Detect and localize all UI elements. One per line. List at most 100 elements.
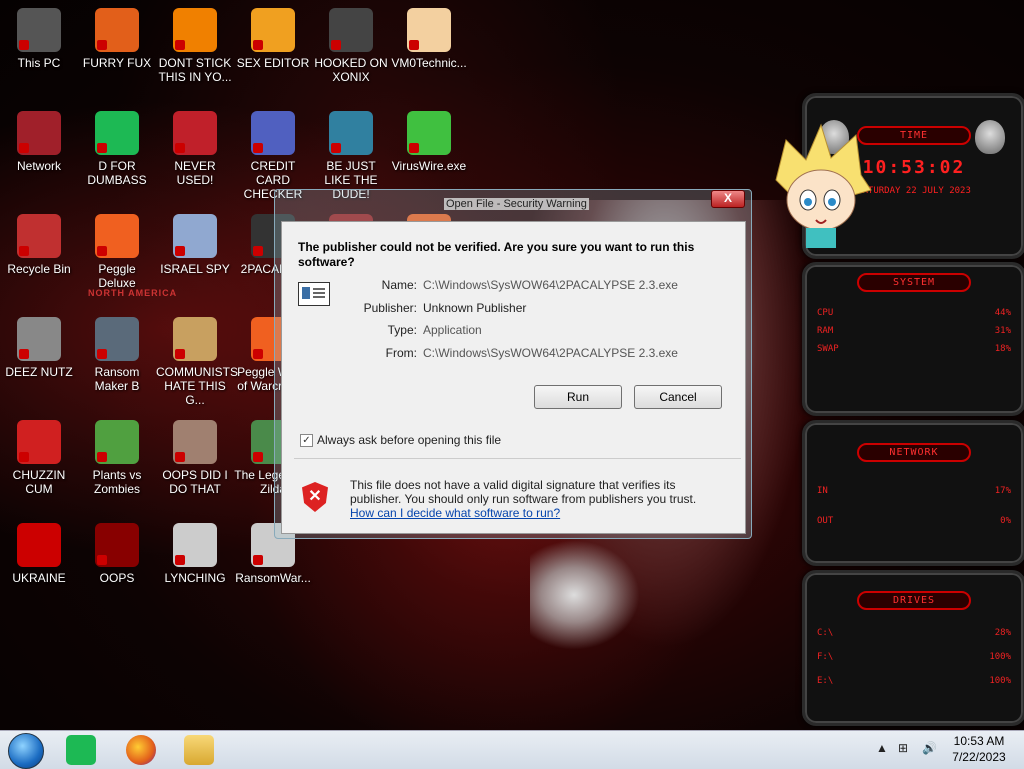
desktop-icon-label: D FOR DUMBASS (87, 159, 147, 187)
desktop-icon-label: Recycle Bin (7, 262, 71, 276)
from-key: From: (385, 346, 417, 360)
file-icon (298, 282, 330, 306)
warning-text: This file does not have a valid digital … (350, 478, 697, 506)
xonix-icon (329, 8, 373, 52)
desktop-icon[interactable]: ISRAEL SPY (156, 208, 234, 304)
drive-e-label: E:\ (817, 676, 834, 686)
help-link[interactable]: How can I decide what software to run? (350, 506, 560, 520)
drives-gadget-title: DRIVES (857, 591, 971, 610)
desktop-icon[interactable]: VM0Technic... (390, 2, 468, 98)
desktop-icon[interactable]: CREDIT CARD CHECKER (234, 105, 312, 201)
network-icon (17, 111, 61, 155)
run-button[interactable]: Run (534, 385, 622, 409)
desktop-icon[interactable]: COMMUNISTS HATE THIS G... (156, 311, 238, 407)
desktop-icon[interactable]: FURRY FUX (78, 2, 156, 98)
admin-shield-icon (409, 143, 419, 153)
admin-shield-icon (331, 40, 341, 50)
desktop-icon[interactable]: Network (0, 105, 78, 201)
desktop-icon-label: DONT STICK THIS IN YO... (158, 56, 232, 84)
admin-shield-icon (253, 246, 263, 256)
desktop-icon[interactable]: SEX EDITOR (234, 2, 312, 98)
admin-shield-icon (253, 349, 263, 359)
admin-shield-icon (19, 349, 29, 359)
desktop-icon-label: VirusWire.exe (391, 159, 467, 173)
desktop-icon[interactable]: UKRAINE (0, 517, 78, 613)
from-value: C:\Windows\SysWOW64\2PACALYPSE 2.3.exe (423, 346, 678, 360)
close-button[interactable]: X (711, 190, 745, 208)
desktop-icon-label: CHUZZIN CUM (12, 468, 66, 496)
computer-icon (17, 8, 61, 52)
lime-icon (407, 111, 451, 155)
desktop-icon[interactable]: Recycle Bin (0, 208, 78, 304)
desktop-icon[interactable]: Peggle Deluxe (78, 208, 156, 304)
admin-shield-icon (19, 452, 29, 462)
desktop-icon[interactable]: OOPS (78, 517, 156, 613)
desktop-icon-label: Network (16, 159, 61, 173)
taskbar-app-icon[interactable] (66, 735, 96, 765)
rope-icon (173, 523, 217, 567)
desktop-icon-label: COMMUNISTS HATE THIS G... (156, 365, 238, 407)
admin-shield-icon (175, 349, 185, 359)
desktop-icon-label: Plants vs Zombies (92, 468, 142, 496)
start-button[interactable] (8, 733, 44, 769)
desktop-icon[interactable]: D FOR DUMBASS (78, 105, 156, 201)
admin-shield-icon (175, 246, 185, 256)
taskbar-clock[interactable]: 10:53 AM 7/22/2023 (944, 733, 1014, 765)
desktop-icon[interactable]: HOOKED ON XONIX (312, 2, 390, 98)
desktop-icon[interactable]: VirusWire.exe (390, 105, 468, 201)
dfor-icon (95, 111, 139, 155)
admin-shield-icon (175, 452, 185, 462)
clock-time: 10:53 AM (953, 734, 1005, 748)
always-ask-checkbox[interactable]: ✓ (300, 433, 313, 447)
warning-shield-icon: ✕ (302, 482, 328, 512)
stack-icon (17, 317, 61, 361)
desktop-icon-label: RansomWar... (235, 571, 311, 585)
desktop-icon-label: This PC (17, 56, 61, 70)
desktop-icon[interactable]: DEEZ NUTZ (0, 311, 78, 407)
desktop-icon-label: VM0Technic... (391, 56, 467, 70)
desktop-icon[interactable]: CHUZZIN CUM (0, 414, 78, 510)
drive-f-label: F:\ (817, 652, 834, 662)
always-ask-checkbox-row[interactable]: ✓ Always ask before opening this file (300, 433, 501, 447)
volume-tray-icon[interactable]: 🔊 (922, 741, 937, 755)
dialog-divider (294, 458, 741, 459)
cancel-button[interactable]: Cancel (634, 385, 722, 409)
admin-shield-icon (175, 555, 185, 565)
spy-icon (173, 214, 217, 258)
always-ask-label[interactable]: Always ask before opening this file (317, 433, 501, 447)
desktop-icon[interactable]: LYNCHING (156, 517, 234, 613)
alien-head-icon (975, 120, 1005, 154)
type-value: Application (423, 323, 482, 337)
desktop-icon-label: NEVER USED! (174, 159, 216, 187)
file-explorer-icon[interactable] (184, 735, 214, 765)
desktop-icon-label: FURRY FUX (82, 56, 152, 70)
drive-c-label: C:\ (817, 628, 834, 638)
desktop-icon[interactable]: OOPS DID I DO THAT (156, 414, 234, 510)
network-gadget-title: NETWORK (857, 443, 971, 462)
desktop-icon-label: LYNCHING (164, 571, 226, 585)
oops-icon (95, 523, 139, 567)
plant-icon (95, 420, 139, 464)
security-warning-dialog: The publisher could not be verified. Are… (281, 221, 746, 534)
desktop-icon[interactable]: DONT STICK THIS IN YO... (156, 2, 234, 98)
credit-card-icon (251, 111, 295, 155)
network-gadget: NETWORK IN 17% OUT 0% (802, 420, 1024, 566)
system-gadget-title: SYSTEM (857, 273, 971, 292)
admin-shield-icon (97, 246, 107, 256)
admin-shield-icon (409, 40, 419, 50)
desktop-icon[interactable]: This PC (0, 2, 78, 98)
recycle-bin-icon (17, 214, 61, 258)
dialog-title: Open File - Security Warning (444, 198, 589, 210)
admin-shield-icon (19, 246, 29, 256)
desktop-icon[interactable]: Plants vs Zombies (78, 414, 156, 510)
admin-shield-icon (175, 40, 185, 50)
tray-expand-icon[interactable]: ▲ (876, 741, 888, 755)
desktop-icon[interactable]: Ransom Maker B (78, 311, 156, 407)
admin-shield-icon (175, 143, 185, 153)
desktop-icon[interactable]: BE JUST LIKE THE DUDE! (312, 105, 390, 201)
desktop-icon[interactable]: NEVER USED! (156, 105, 234, 201)
desktop-icon-label: SEX EDITOR (236, 56, 310, 70)
network-tray-icon[interactable]: ⊞ (898, 741, 908, 755)
firefox-taskbar-icon[interactable] (126, 735, 156, 765)
publisher-value: Unknown Publisher (423, 301, 527, 315)
